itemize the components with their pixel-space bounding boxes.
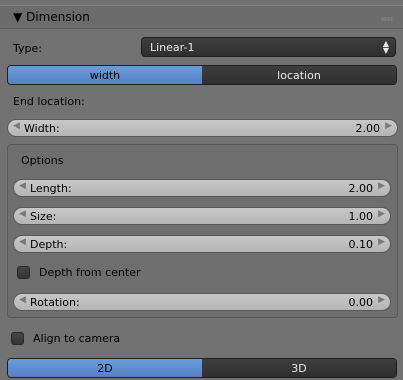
tab-width[interactable]: width [8, 66, 202, 84]
panel-header[interactable]: ▼ Dimension [0, 5, 403, 29]
rotation-field-label: Rotation: [30, 296, 80, 309]
decrement-arrow-icon[interactable]: ◀ [19, 209, 26, 219]
type-label: Type: [13, 42, 42, 55]
options-label: Options [21, 154, 64, 167]
increment-arrow-icon[interactable]: ▶ [378, 181, 385, 191]
depth-field-label: Depth: [30, 238, 68, 251]
length-field[interactable]: ◀ Length: 2.00 ▶ [13, 179, 391, 197]
increment-arrow-icon[interactable]: ▶ [385, 121, 392, 131]
decrement-arrow-icon[interactable]: ◀ [19, 181, 26, 191]
tab-3d[interactable]: 3D [202, 359, 396, 377]
size-field-label: Size: [30, 210, 57, 223]
collapse-arrow-icon: ▼ [13, 10, 23, 24]
decrement-arrow-icon[interactable]: ◀ [13, 121, 20, 131]
rotation-field[interactable]: ◀ Rotation: 0.00 ▶ [13, 293, 391, 311]
type-select-value: Linear-1 [150, 41, 195, 54]
drag-grip-icon[interactable] [381, 17, 393, 21]
increment-arrow-icon[interactable]: ▶ [378, 209, 385, 219]
tab-location[interactable]: location [202, 66, 396, 84]
dimension-panel: ▼ Dimension Type: Linear-1 ▲ ▼ width loca… [0, 0, 403, 380]
increment-arrow-icon[interactable]: ▶ [378, 295, 385, 305]
view-toggle: 2D 3D [7, 358, 397, 378]
depth-field[interactable]: ◀ Depth: 0.10 ▶ [13, 235, 391, 253]
size-field-value: 1.00 [348, 210, 374, 223]
length-field-value: 2.00 [348, 182, 374, 195]
tab-2d[interactable]: 2D [8, 359, 202, 377]
mode-toggle: width location [7, 65, 397, 85]
end-location-label: End location: [13, 95, 85, 108]
type-select[interactable]: Linear-1 ▲ ▼ [141, 37, 396, 57]
decrement-arrow-icon[interactable]: ◀ [19, 237, 26, 247]
length-field-label: Length: [30, 182, 72, 195]
updown-arrows-icon: ▲ ▼ [382, 39, 389, 55]
align-to-camera-checkbox[interactable] [11, 332, 24, 345]
rotation-field-value: 0.00 [348, 296, 374, 309]
options-box [7, 144, 398, 318]
width-field-label: Width: [24, 122, 60, 135]
width-field-value: 2.00 [355, 122, 381, 135]
depth-from-center-label[interactable]: Depth from center [39, 266, 141, 279]
align-to-camera-label[interactable]: Align to camera [33, 332, 120, 345]
decrement-arrow-icon[interactable]: ◀ [19, 295, 26, 305]
increment-arrow-icon[interactable]: ▶ [378, 237, 385, 247]
depth-field-value: 0.10 [348, 238, 374, 251]
panel-title: ▼ Dimension [13, 10, 90, 24]
depth-from-center-checkbox[interactable] [17, 266, 30, 279]
panel-title-text: Dimension [26, 10, 90, 24]
width-field[interactable]: ◀ Width: 2.00 ▶ [7, 119, 398, 137]
size-field[interactable]: ◀ Size: 1.00 ▶ [13, 207, 391, 225]
